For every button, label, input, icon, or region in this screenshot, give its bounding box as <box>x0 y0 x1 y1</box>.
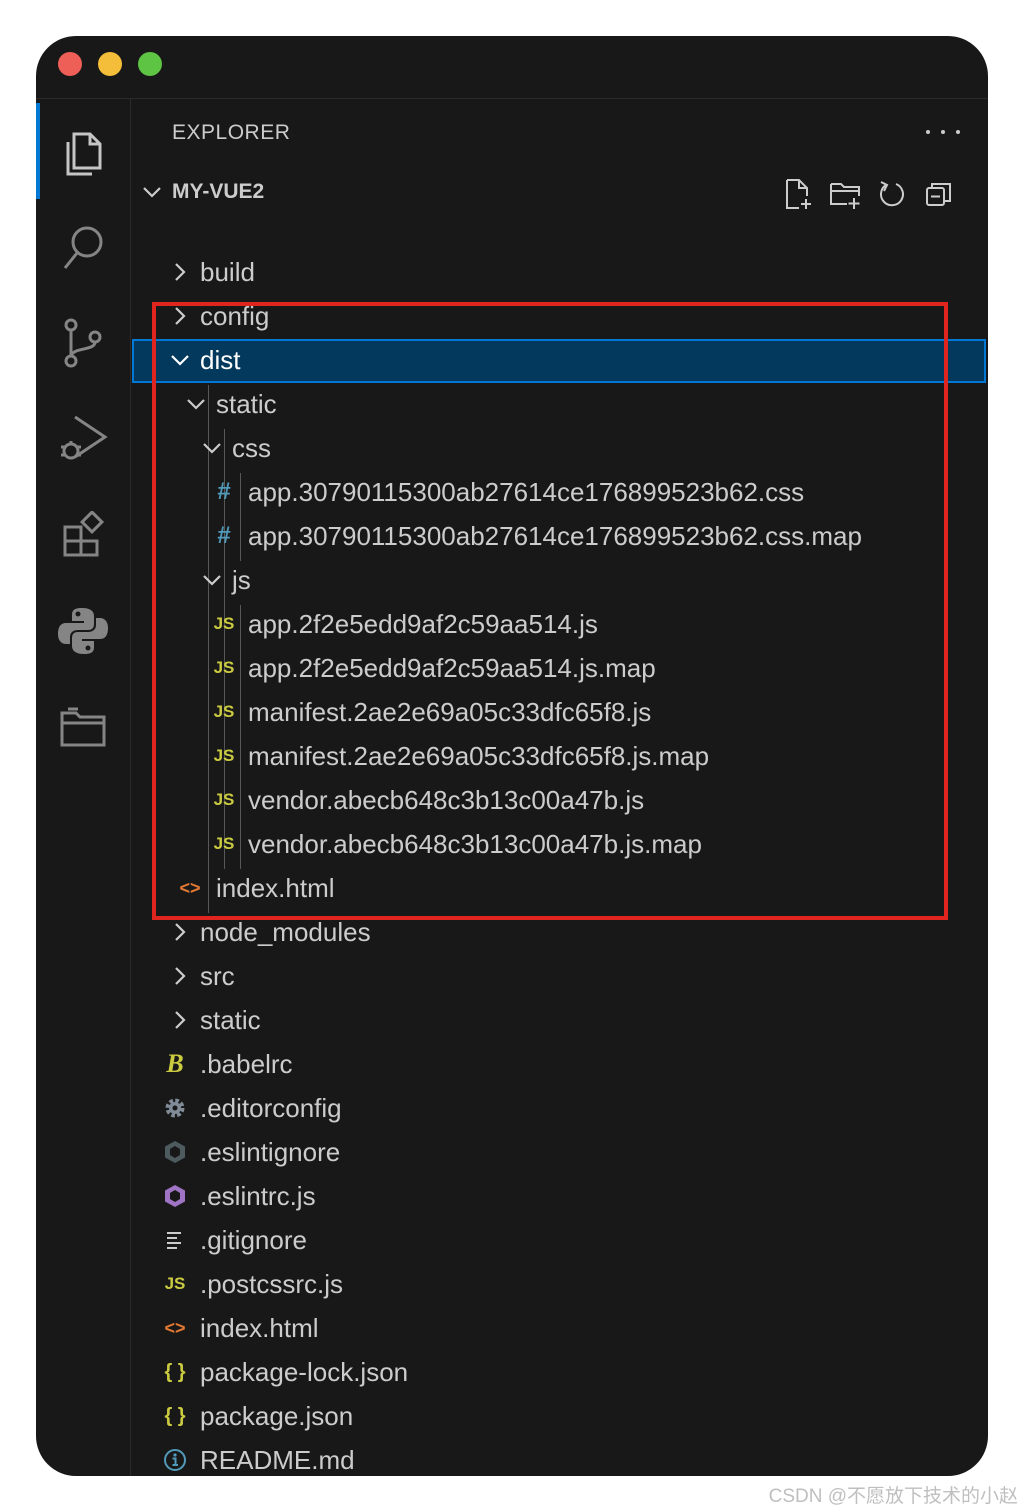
run-debug-icon <box>61 415 108 460</box>
tree-item-file[interactable]: B .babelrc <box>131 1043 988 1087</box>
search-icon <box>63 226 103 269</box>
tree-item-label: .gitignore <box>200 1225 307 1255</box>
chevron-right-icon <box>175 1011 186 1029</box>
chevron-down-icon <box>143 187 161 198</box>
activity-search[interactable] <box>36 199 130 295</box>
json-file-icon: { } <box>164 1404 186 1427</box>
eslint-icon <box>163 1183 187 1209</box>
tree-item-file[interactable]: .eslintignore <box>131 1131 988 1175</box>
tree-item-label: node_modules <box>200 917 371 947</box>
activity-source-control[interactable] <box>36 295 130 391</box>
text-lines-icon <box>165 1227 185 1253</box>
tree-item-label: package.json <box>200 1401 354 1431</box>
chevron-right-icon <box>175 923 186 941</box>
tree-item-label: package-lock.json <box>200 1357 409 1387</box>
tree-item-label: .eslintignore <box>200 1137 341 1167</box>
new-folder-icon <box>830 183 860 209</box>
new-folder-button[interactable] <box>828 177 862 211</box>
folder-icon <box>60 707 106 747</box>
refresh-button[interactable] <box>875 177 909 211</box>
activity-bar <box>36 99 131 1476</box>
tree-item-folder[interactable]: build <box>131 251 988 295</box>
watermark: CSDN @不愿放下技术的小赵 <box>768 1486 1018 1507</box>
tree-item-file[interactable]: .eslintrc.js <box>131 1175 988 1219</box>
gear-icon <box>163 1095 187 1121</box>
babel-file-icon: B <box>166 1049 184 1078</box>
chevron-right-icon <box>175 967 186 985</box>
close-window-button[interactable] <box>58 52 82 76</box>
tree-item-label: build <box>200 257 255 287</box>
minimize-window-button[interactable] <box>98 52 122 76</box>
tree-item-file[interactable]: { } package-lock.json <box>131 1351 988 1395</box>
tree-item-file[interactable]: { } package.json <box>131 1395 988 1439</box>
tree-item-label: .editorconfig <box>200 1093 342 1123</box>
more-dot-icon <box>926 130 930 134</box>
html-file-icon: <> <box>164 1317 186 1338</box>
more-dot-icon <box>941 130 945 134</box>
maximize-window-button[interactable] <box>138 52 162 76</box>
tree-item-folder[interactable]: src <box>131 955 988 999</box>
more-actions-button[interactable] <box>926 117 960 147</box>
explorer-title: EXPLORER <box>172 121 291 144</box>
workspace-section-header[interactable]: MY-VUE2 <box>131 173 988 213</box>
files-icon <box>66 132 102 176</box>
tree-item-label: static <box>200 1005 261 1035</box>
tree-item-file[interactable]: README.md <box>131 1439 988 1476</box>
activity-python[interactable] <box>36 583 130 679</box>
new-file-icon <box>786 179 811 209</box>
tree-item-file[interactable]: .gitignore <box>131 1219 988 1263</box>
collapse-all-icon <box>926 183 951 206</box>
tree-item-label: .babelrc <box>200 1049 293 1079</box>
tree-item-label: .eslintrc.js <box>200 1181 316 1211</box>
tree-item-label: index.html <box>200 1313 319 1343</box>
workspace-name: MY-VUE2 <box>172 180 265 203</box>
chevron-right-icon <box>175 263 186 281</box>
tree-item-file[interactable]: JS .postcssrc.js <box>131 1263 988 1307</box>
python-icon <box>58 608 108 654</box>
info-icon <box>163 1447 187 1473</box>
tree-item-folder[interactable]: static <box>131 999 988 1043</box>
tree-item-label: README.md <box>200 1445 355 1475</box>
tree-item-label: .postcssrc.js <box>200 1269 344 1299</box>
activity-run-debug[interactable] <box>36 391 130 487</box>
annotation-highlight-box <box>152 302 948 920</box>
tree-item-file[interactable]: .editorconfig <box>131 1087 988 1131</box>
new-file-button[interactable] <box>781 177 815 211</box>
refresh-icon <box>879 181 904 207</box>
eslint-ignore-icon <box>163 1139 187 1165</box>
activity-explorer[interactable] <box>36 103 130 199</box>
title-bar <box>36 36 988 99</box>
activity-extensions[interactable] <box>36 487 130 583</box>
extensions-icon <box>63 511 105 557</box>
more-dot-icon <box>956 130 960 134</box>
activity-project-manager[interactable] <box>36 679 130 775</box>
json-file-icon: { } <box>164 1360 186 1383</box>
js-file-icon: JS <box>164 1274 186 1293</box>
source-control-icon <box>64 318 102 368</box>
collapse-all-button[interactable] <box>922 177 956 211</box>
tree-item-file[interactable]: <> index.html <box>131 1307 988 1351</box>
tree-item-label: src <box>200 961 235 991</box>
